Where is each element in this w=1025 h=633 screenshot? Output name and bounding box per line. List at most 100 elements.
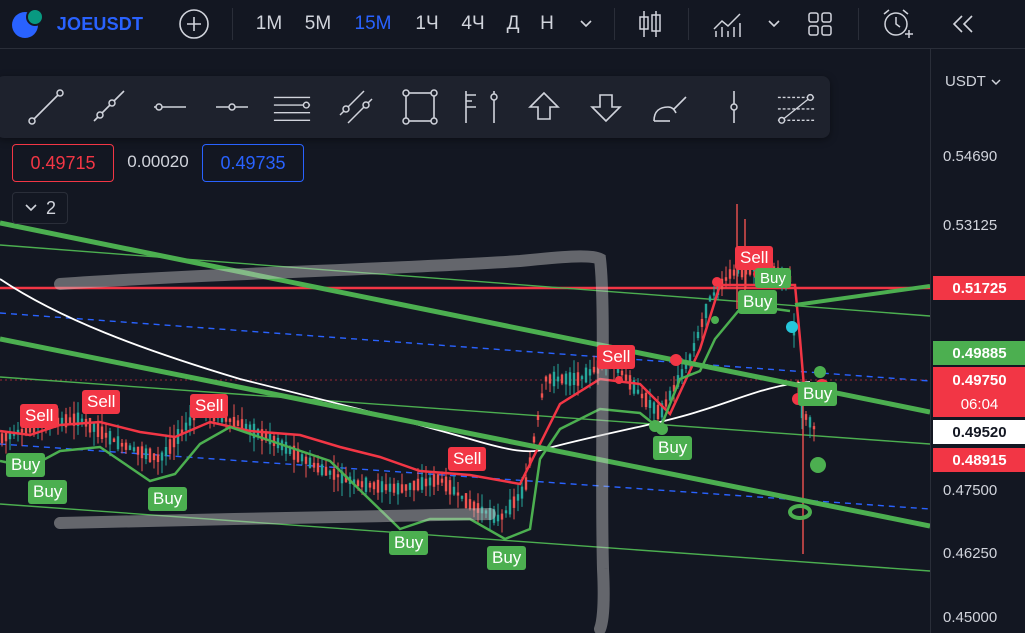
buy-signal-label: Buy [389, 531, 429, 555]
sell-signal-label: Sell [82, 390, 121, 414]
candle-body [412, 480, 416, 491]
chevron-down-icon[interactable] [574, 0, 598, 48]
buy-price-box[interactable]: 0.49735 [202, 144, 304, 182]
rectangle-tool-icon[interactable] [400, 88, 440, 126]
candle-body [392, 483, 396, 493]
current-price-tag: 0.49750 06:04 [933, 367, 1025, 417]
candle-body [708, 296, 712, 302]
price-range-tool-icon[interactable] [460, 88, 500, 126]
candle-body [444, 476, 448, 492]
candle-body [236, 420, 240, 427]
candle-body [656, 404, 660, 420]
candle-body [356, 480, 360, 487]
ma-price-tag: 0.49520 [933, 420, 1025, 444]
candle-body [812, 426, 816, 430]
arrow-up-tool-icon[interactable] [524, 88, 564, 126]
interval-week-button[interactable]: Н [536, 0, 558, 48]
parallel-channel-tool-icon[interactable] [272, 88, 312, 126]
brush-tool-icon[interactable] [650, 88, 690, 126]
candles-chart-type-icon[interactable] [632, 0, 668, 48]
trend-line-tool-icon[interactable] [26, 88, 66, 126]
alert-clock-icon[interactable] [878, 0, 918, 48]
add-symbol-icon[interactable] [176, 0, 212, 48]
candle-body [0, 433, 4, 444]
candle-body [312, 462, 316, 468]
fib-retracement-tool-icon[interactable] [776, 88, 816, 126]
candle-body [144, 448, 148, 460]
candle-body [328, 470, 332, 475]
candle-body [500, 513, 504, 520]
candle-body [136, 446, 140, 455]
symbol-name[interactable]: JOEUSDT [50, 0, 150, 48]
sell-price-box[interactable]: 0.49715 [12, 144, 114, 182]
candle-body [388, 483, 392, 492]
candle-body [636, 389, 640, 394]
layout-grid-icon[interactable] [802, 0, 838, 48]
candle-body [560, 374, 564, 384]
interval-1h-button[interactable]: 1Ч [410, 0, 444, 48]
ray-tool-icon[interactable] [88, 88, 128, 126]
candle-body [468, 499, 472, 509]
candle-body [536, 414, 540, 421]
currency-selector[interactable]: USDT [945, 73, 1002, 90]
candle-body [732, 269, 736, 276]
sell-signal-label: Sell [597, 345, 636, 369]
candle-body [420, 477, 424, 490]
vertical-line-tool-icon[interactable] [714, 88, 754, 126]
candle-body [540, 393, 544, 398]
parallel-lines-tool-icon[interactable] [336, 88, 376, 126]
candle-body [184, 422, 188, 431]
divider [614, 8, 615, 40]
candle-body [724, 277, 728, 281]
sell-signal-label: Sell [20, 404, 59, 428]
candle-body [284, 441, 288, 454]
interval-4h-button[interactable]: 4Ч [456, 0, 490, 48]
candle-body [324, 466, 328, 476]
candle-body [228, 418, 232, 422]
chevron-down-icon [25, 204, 37, 212]
candle-body [372, 482, 376, 490]
candle-body [164, 447, 168, 456]
candle-body [568, 372, 572, 386]
signal-dot [712, 277, 722, 287]
horizontal-line-tool-icon[interactable] [212, 88, 252, 126]
candle-body [332, 468, 336, 480]
candle-body [556, 376, 560, 382]
signal-dot [814, 366, 826, 378]
horizontal-ray-tool-icon[interactable] [150, 88, 190, 126]
indicators-collapse-button[interactable]: 2 [12, 192, 68, 224]
candle-body [380, 481, 384, 493]
buy-signal-label: Buy [148, 487, 188, 511]
interval-1m-button[interactable]: 1M [252, 0, 286, 48]
candle-body [408, 483, 412, 490]
candle-body [524, 477, 528, 490]
candle-body [140, 446, 144, 459]
chevron-down-icon[interactable] [762, 0, 786, 48]
interval-15m-button[interactable]: 15M [350, 0, 396, 48]
replay-rewind-icon[interactable] [944, 0, 980, 48]
candle-body [4, 432, 8, 442]
candle-body [80, 418, 84, 422]
interval-day-button[interactable]: Д [502, 0, 524, 48]
candle-body [232, 416, 236, 427]
buy-signal-label: Buy [798, 382, 838, 406]
price-tick: 0.47500 [943, 482, 998, 499]
candle-body [132, 447, 136, 452]
candle-body [588, 369, 592, 376]
candle-body [808, 417, 812, 428]
price-tick: 0.53125 [943, 217, 998, 234]
candle-body [400, 484, 404, 493]
arrow-down-tool-icon[interactable] [586, 88, 626, 126]
indicators-icon[interactable] [708, 0, 748, 48]
candle-body [648, 400, 652, 408]
candle-body [504, 510, 508, 514]
trend-line-thick-upper[interactable] [0, 220, 930, 415]
price-tick: 0.46250 [943, 545, 998, 562]
candle-body [516, 494, 520, 501]
signal-dot [711, 316, 719, 324]
candle-body [460, 495, 464, 499]
interval-5m-button[interactable]: 5M [300, 0, 336, 48]
price-axis[interactable]: USDT 0.54690 0.53125 0.47500 0.46250 0.4… [930, 49, 1025, 633]
candle-body [160, 452, 164, 461]
buy-signal-label: Buy [755, 268, 791, 288]
